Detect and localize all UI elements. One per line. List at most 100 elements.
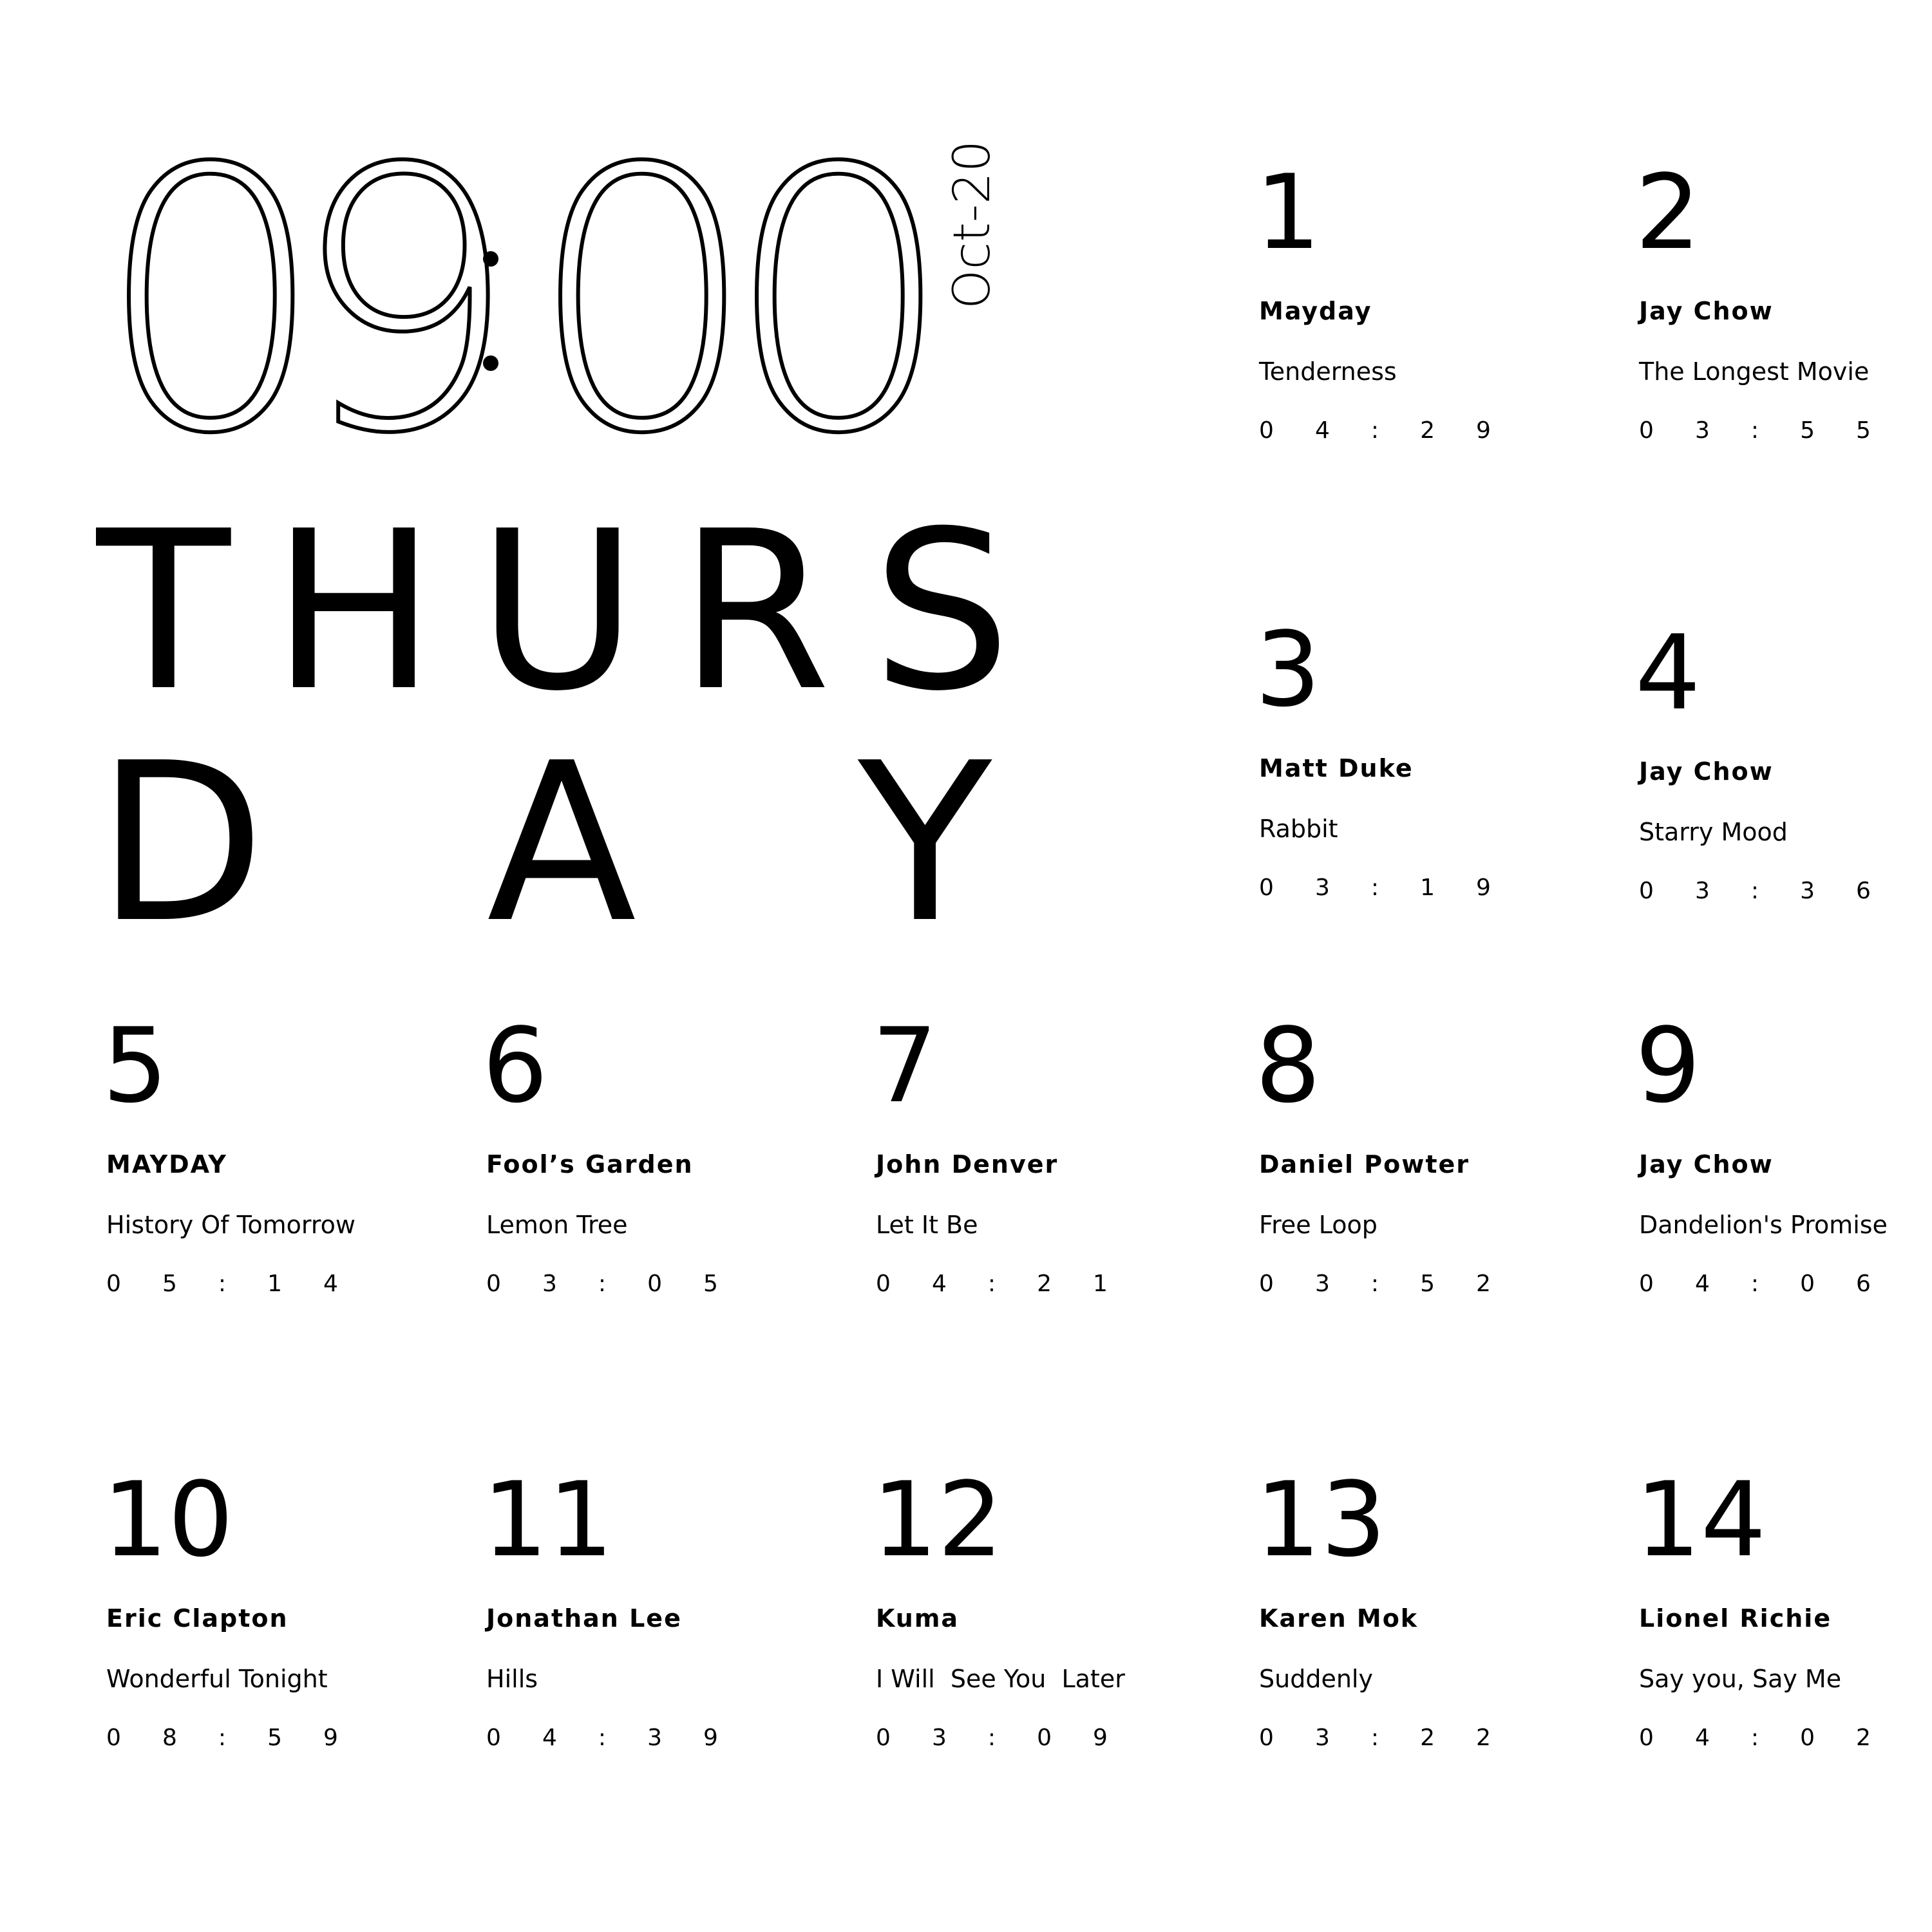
minute-tens-digit: 0 [526, 93, 759, 513]
song-artist: Jay Chow [1639, 297, 1774, 325]
song-duration: 0 3 : 0 5 [486, 1269, 718, 1299]
song-duration: 0 3 : 3 6 [1639, 876, 1871, 906]
song-card[interactable]: 6 Fool’s Garden Lemon Tree 0 3 : 0 5 [482, 1014, 821, 1299]
duration-char: 0 [1259, 875, 1274, 901]
song-artist: MAYDAY [106, 1150, 227, 1179]
song-artist: Karen Mok [1259, 1604, 1419, 1633]
duration-char: 0 [486, 1271, 501, 1297]
clock-display: 0 9 0 0 [95, 93, 956, 513]
song-card[interactable]: 5 MAYDAY History Of Tomorrow 0 5 : 1 4 [102, 1014, 441, 1299]
duration-char: : [1750, 1725, 1759, 1751]
song-card[interactable]: 12 Kuma I Will See You Later 0 3 : 0 9 [872, 1468, 1211, 1753]
song-card[interactable]: 11 Jonathan Lee Hills 0 4 : 3 9 [482, 1468, 821, 1753]
song-card[interactable]: 13 Karen Mok Suddenly 0 3 : 2 2 [1255, 1468, 1594, 1753]
day-letter: A [486, 716, 637, 971]
song-card[interactable]: 9 Jay Chow Dandelion's Promise 0 4 : 0 6 [1635, 1014, 1932, 1299]
duration-char: 3 [647, 1725, 662, 1751]
song-rank: 3 [1255, 609, 1321, 730]
duration-char: 9 [1093, 1725, 1108, 1751]
duration-char: 4 [931, 1271, 947, 1297]
duration-char: 2 [1037, 1271, 1052, 1297]
duration-char: : [987, 1725, 996, 1751]
duration-char: 6 [1856, 1271, 1871, 1297]
duration-char: 2 [1420, 1725, 1435, 1751]
duration-char: 3 [542, 1271, 557, 1297]
minute-ones-digit: 0 [723, 93, 956, 513]
song-title: History Of Tomorrow [106, 1211, 355, 1239]
song-artist: Fool’s Garden [486, 1150, 694, 1179]
duration-char: 9 [1476, 875, 1491, 901]
song-artist: Jonathan Lee [486, 1604, 682, 1633]
duration-char: 3 [1800, 878, 1815, 904]
duration-char: 5 [1800, 417, 1815, 444]
song-title: Starry Mood [1639, 818, 1788, 846]
song-artist: Jay Chow [1639, 1150, 1774, 1179]
song-card[interactable]: 14 Lionel Richie Say you, Say Me 0 4 : 0… [1635, 1468, 1932, 1753]
duration-char: : [1750, 1271, 1759, 1297]
song-rank: 9 [1635, 1005, 1701, 1126]
song-duration: 0 4 : 2 9 [1259, 416, 1491, 446]
song-card[interactable]: 1 Mayday Tenderness 0 4 : 2 9 [1255, 161, 1594, 446]
song-title: Free Loop [1259, 1211, 1378, 1239]
song-rank: 6 [482, 1005, 548, 1126]
day-letter: T [97, 484, 231, 739]
duration-char: : [1370, 875, 1379, 901]
duration-char: 4 [542, 1725, 557, 1751]
duration-char: 5 [162, 1271, 177, 1297]
day-letter: H [271, 484, 437, 739]
song-duration: 0 4 : 0 6 [1639, 1269, 1871, 1299]
duration-char: 0 [106, 1271, 121, 1297]
song-title: Rabbit [1259, 815, 1338, 843]
song-card[interactable]: 8 Daniel Powter Free Loop 0 3 : 5 2 [1255, 1014, 1594, 1299]
duration-char: 3 [931, 1725, 947, 1751]
song-rank: 1 [1255, 152, 1321, 272]
duration-char: : [598, 1725, 607, 1751]
duration-char: 2 [1856, 1725, 1871, 1751]
song-rank: 5 [102, 1005, 168, 1126]
duration-char: 1 [1093, 1271, 1108, 1297]
duration-char: : [598, 1271, 607, 1297]
song-card[interactable]: 3 Matt Duke Rabbit 0 3 : 1 9 [1255, 618, 1594, 903]
duration-char: 9 [323, 1725, 338, 1751]
duration-char: : [1370, 1271, 1379, 1297]
duration-char: 9 [1476, 417, 1491, 444]
duration-char: 5 [1420, 1271, 1435, 1297]
duration-char: 0 [1259, 417, 1274, 444]
day-letter: D [97, 716, 265, 971]
song-title: Dandelion's Promise [1639, 1211, 1888, 1239]
song-artist: Mayday [1259, 297, 1372, 325]
duration-char: 2 [1476, 1725, 1491, 1751]
day-letter: Y [858, 716, 992, 971]
song-title: Hills [486, 1665, 538, 1693]
duration-char: 0 [1800, 1271, 1815, 1297]
song-title: The Longest Movie [1639, 357, 1870, 386]
song-card[interactable]: 10 Eric Clapton Wonderful Tonight 0 8 : … [102, 1468, 441, 1753]
song-card[interactable]: 4 Jay Chow Starry Mood 0 3 : 3 6 [1635, 621, 1932, 906]
duration-char: 0 [1800, 1725, 1815, 1751]
duration-char: 5 [703, 1271, 718, 1297]
song-title: Lemon Tree [486, 1211, 628, 1239]
song-card[interactable]: 2 Jay Chow The Longest Movie 0 3 : 5 5 [1635, 161, 1932, 446]
song-artist: Lionel Richie [1639, 1604, 1832, 1633]
duration-char: 0 [1639, 1725, 1654, 1751]
duration-char: 6 [1856, 878, 1871, 904]
song-rank: 8 [1255, 1005, 1321, 1126]
duration-char: 0 [876, 1271, 891, 1297]
song-title: Suddenly [1259, 1665, 1373, 1693]
duration-char: 0 [1259, 1725, 1274, 1751]
duration-char: 2 [1476, 1271, 1491, 1297]
song-card[interactable]: 7 John Denver Let It Be 0 4 : 2 1 [872, 1014, 1211, 1299]
duration-char: 5 [1856, 417, 1871, 444]
song-duration: 0 5 : 1 4 [106, 1269, 338, 1299]
song-rank: 13 [1255, 1459, 1387, 1580]
duration-char: : [1370, 417, 1379, 444]
song-artist: Kuma [876, 1604, 960, 1633]
duration-char: : [218, 1725, 227, 1751]
duration-char: 3 [1694, 417, 1710, 444]
song-rank: 4 [1635, 612, 1701, 733]
hour-ones-digit: 9 [288, 93, 521, 513]
song-title: Let It Be [876, 1211, 978, 1239]
duration-char: : [1370, 1725, 1379, 1751]
song-rank: 2 [1635, 152, 1701, 272]
song-rank: 10 [102, 1459, 234, 1580]
